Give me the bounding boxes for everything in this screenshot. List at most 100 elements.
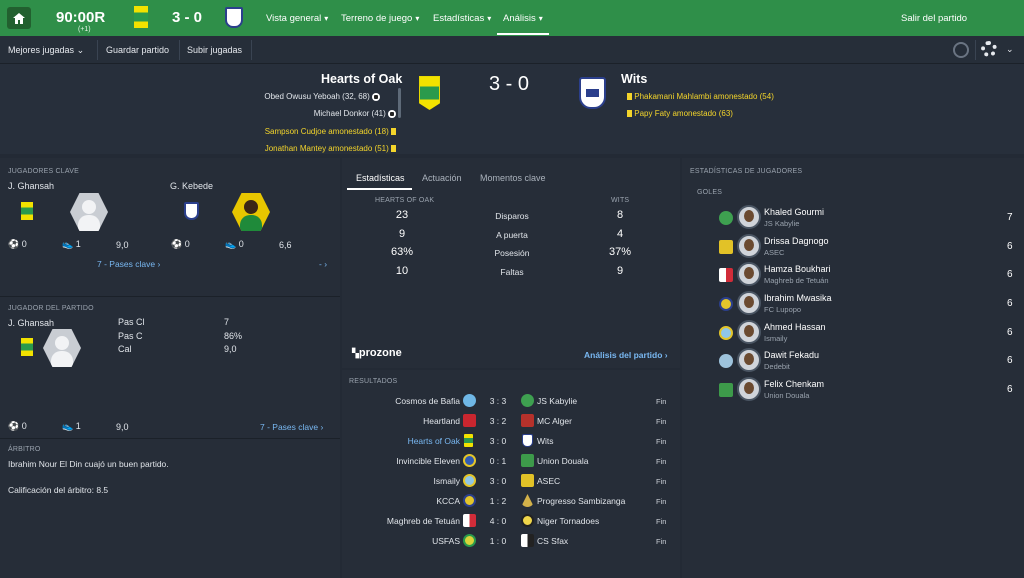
- scorer-name: Khaled Gourmi: [764, 207, 825, 217]
- goals-stat: ⚽ 0: [8, 239, 27, 250]
- result-away: Wits: [537, 436, 554, 446]
- team-crest-icon: [521, 394, 534, 407]
- scorer-row[interactable]: Dawit Fekadu Dedebit 6: [717, 347, 1017, 375]
- potm-name[interactable]: J. Ghansah: [8, 318, 54, 328]
- club-crest-icon: [719, 297, 733, 311]
- stat-label: A puerta: [496, 230, 528, 240]
- tab-momentos-clave[interactable]: Momentos clave: [480, 173, 546, 183]
- divider: [97, 40, 98, 60]
- chevron-right-icon: ›: [320, 422, 324, 432]
- result-away: CS Sfax: [537, 536, 569, 546]
- scorer-row[interactable]: Hamza Boukhari Maghreb de Tetuán 6: [717, 261, 1017, 289]
- nav-label: Terreno de juego: [341, 13, 413, 24]
- goals-value: 0: [184, 239, 190, 249]
- potm-stat-label: Cal: [118, 344, 132, 354]
- chevron-right-icon: ›: [664, 350, 668, 360]
- active-nav-indicator: [497, 33, 549, 35]
- potm-stat-value: 7: [224, 317, 230, 327]
- result-home: Ismaily: [433, 476, 460, 486]
- settings-gear-icon[interactable]: [981, 41, 997, 57]
- record-icon[interactable]: [953, 42, 969, 58]
- result-status: Fin: [656, 457, 667, 466]
- assists-value: 1: [75, 239, 81, 249]
- scorer-name: Dawit Fekadu: [764, 350, 820, 360]
- team-crest-icon: [463, 454, 476, 467]
- result-row[interactable]: Heartland 3 : 2 MC Alger Fin: [346, 411, 676, 431]
- result-status: Fin: [656, 437, 667, 446]
- event-text: Jonathan Mantey amonestado (51): [264, 144, 389, 153]
- result-row[interactable]: Hearts of Oak 3 : 0 Wits Fin: [346, 431, 676, 451]
- scorer-row[interactable]: Khaled Gourmi JS Kabylie 7: [717, 204, 1017, 232]
- goals-value: 0: [21, 239, 27, 249]
- upload-highlights-button[interactable]: Subir jugadas: [187, 45, 242, 55]
- home-button[interactable]: [7, 7, 31, 29]
- team-crest-icon: [521, 534, 534, 547]
- home-team-name[interactable]: Hearts of Oak: [321, 72, 402, 86]
- event-text: Sampson Cudjoe amonestado (18): [264, 127, 389, 136]
- team-crest-icon: [521, 494, 534, 507]
- result-home: KCCA: [436, 496, 460, 506]
- result-row[interactable]: USFAS 1 : 0 CS Sfax Fin: [346, 531, 676, 551]
- nav-label: Análisis: [503, 13, 536, 24]
- assists-stat: 👟 0: [225, 239, 244, 250]
- result-row[interactable]: Invincible Eleven 0 : 1 Union Douala Fin: [346, 451, 676, 471]
- club-crest-icon: [719, 383, 733, 397]
- stats-home-label: HEARTS OF OAK: [375, 197, 435, 204]
- match-score: 3 - 0: [489, 73, 530, 95]
- key-player-away-name[interactable]: G. Kebede: [170, 181, 213, 191]
- ball-icon: ⚽: [8, 421, 20, 431]
- highlights-dropdown[interactable]: Mejores jugadas ⌄: [8, 45, 84, 56]
- scorer-name: Drissa Dagnogo: [764, 236, 829, 246]
- key-passes-link[interactable]: 7 - Pases clave ›: [260, 422, 323, 432]
- chevron-right-icon: ›: [157, 259, 161, 269]
- nav-terreno-de-juego[interactable]: Terreno de juego ▾: [341, 13, 419, 24]
- key-player-home-name[interactable]: J. Ghansah: [8, 181, 54, 191]
- goals-subtitle: GOLES: [697, 189, 723, 196]
- stat-home-value: 63%: [390, 246, 414, 258]
- yellow-card-icon: [627, 93, 632, 101]
- exit-match-button[interactable]: Salir del partido: [901, 13, 967, 24]
- result-status: Fin: [656, 517, 667, 526]
- away-event: Papy Faty amonestado (63): [627, 109, 733, 118]
- divider: [975, 40, 976, 60]
- potm-stat-value: 9,0: [224, 344, 237, 354]
- link-label: Análisis del partido: [584, 350, 663, 360]
- added-time: (+1): [78, 26, 91, 33]
- team-crest-icon: [463, 394, 476, 407]
- key-passes-link[interactable]: - ›: [319, 259, 327, 269]
- away-team-name[interactable]: Wits: [621, 72, 647, 86]
- ball-icon: ⚽: [171, 239, 183, 249]
- player-avatar: [737, 262, 761, 286]
- goals-stat: ⚽ 0: [8, 421, 27, 432]
- chevron-down-icon: ▾: [324, 14, 329, 23]
- save-match-button[interactable]: Guardar partido: [106, 45, 169, 55]
- divider: [0, 438, 340, 439]
- chevron-down-icon[interactable]: ⌄: [1006, 44, 1014, 55]
- result-status: Fin: [656, 477, 667, 486]
- result-row[interactable]: Cosmos de Bafia 3 : 3 JS Kabylie Fin: [346, 391, 676, 411]
- match-analysis-link[interactable]: Análisis del partido ›: [584, 350, 668, 360]
- nav-vista-general[interactable]: Vista general ▾: [266, 13, 328, 24]
- scorer-row[interactable]: Ibrahim Mwasika FC Lupopo 6: [717, 290, 1017, 318]
- link-label: 7 - Pases clave: [97, 259, 156, 269]
- result-row[interactable]: KCCA 1 : 2 Progresso Sambizanga Fin: [346, 491, 676, 511]
- result-away: Union Douala: [537, 456, 589, 466]
- result-home: Maghreb de Tetuán: [386, 516, 460, 526]
- top-score: 3 - 0: [172, 9, 203, 26]
- scorer-name: Hamza Boukhari: [764, 264, 831, 274]
- key-passes-link[interactable]: 7 - Pases clave ›: [97, 259, 160, 269]
- tab-actuacion[interactable]: Actuación: [422, 173, 462, 183]
- referee-comment: Ibrahim Nour El Din cuajó un buen partid…: [8, 459, 169, 469]
- events-scrollbar[interactable]: [398, 88, 401, 118]
- scorer-row[interactable]: Drissa Dagnogo ASEC 6: [717, 233, 1017, 261]
- nav-analisis[interactable]: Análisis ▾: [503, 13, 543, 24]
- result-row[interactable]: Maghreb de Tetuán 4 : 0 Niger Tornadoes …: [346, 511, 676, 531]
- scorer-row[interactable]: Ahmed Hassan Ismaily 6: [717, 319, 1017, 347]
- scorer-row[interactable]: Felix Chenkam Union Douala 6: [717, 376, 1017, 404]
- nav-estadisticas[interactable]: Estadísticas ▾: [433, 13, 491, 24]
- scorer-goals: 6: [1007, 355, 1013, 366]
- result-home: Cosmos de Bafia: [395, 396, 460, 406]
- player-avatar: [737, 205, 761, 229]
- result-row[interactable]: Ismaily 3 : 0 ASEC Fin: [346, 471, 676, 491]
- tab-estadisticas[interactable]: Estadísticas: [356, 173, 405, 183]
